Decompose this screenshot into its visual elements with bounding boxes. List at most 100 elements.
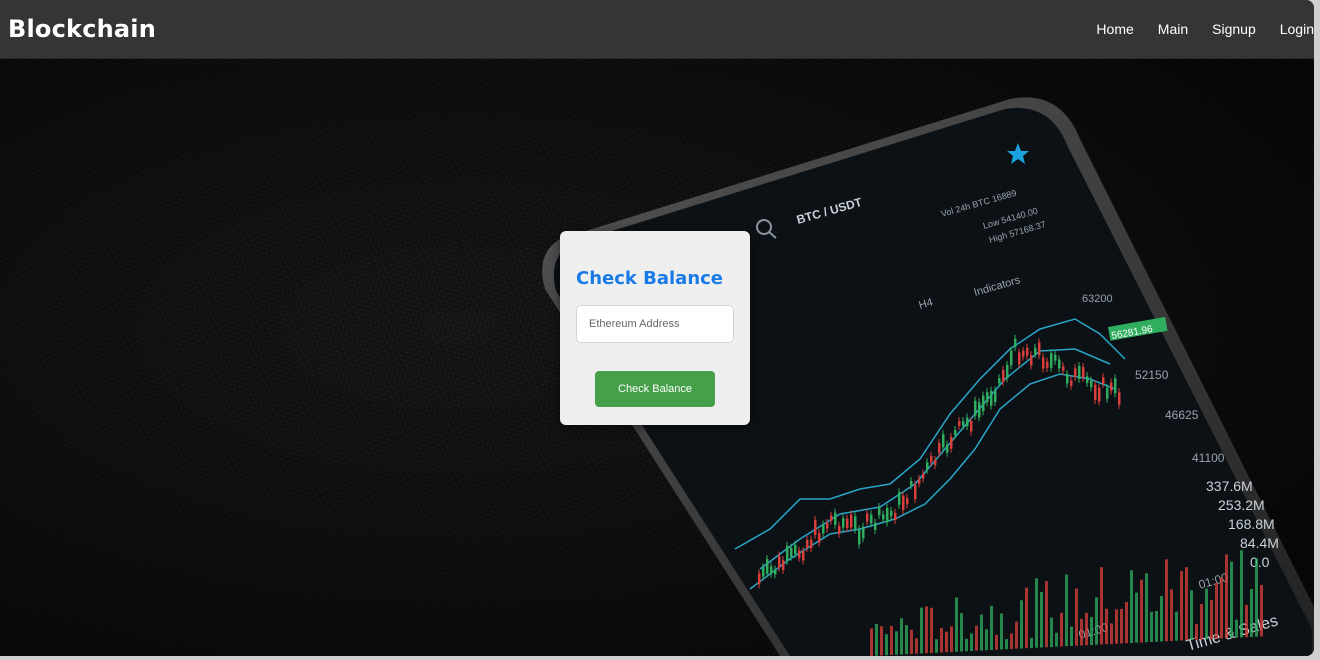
volume-bar — [890, 625, 893, 655]
candle-body — [774, 569, 777, 575]
volume-bar — [1250, 588, 1253, 637]
volume-bar — [1065, 574, 1068, 647]
candle-body — [946, 444, 949, 453]
candle-body — [798, 550, 801, 558]
brand-logo[interactable]: Blockchain — [8, 15, 156, 43]
volume-bar — [1055, 632, 1058, 647]
candle-body — [1006, 364, 1009, 379]
volume-bar — [1105, 608, 1108, 645]
volume-bar — [900, 618, 903, 655]
candle-body — [790, 547, 793, 557]
candle-body — [1038, 342, 1041, 356]
candle-body — [1090, 380, 1093, 388]
volume-bar — [1025, 587, 1028, 649]
volume-bar — [880, 626, 883, 656]
candle-body — [802, 551, 805, 561]
candle-body — [842, 518, 845, 528]
candle-body — [1010, 350, 1013, 366]
candle-body — [1002, 370, 1005, 382]
volume-bar — [1120, 608, 1123, 644]
volume-bar — [1195, 623, 1198, 640]
nav-signup-link[interactable]: Signup — [1212, 21, 1256, 37]
candle-body — [1062, 366, 1065, 371]
candle-body — [850, 514, 853, 528]
candle-body — [854, 516, 857, 530]
candle-body — [890, 510, 893, 517]
candle-body — [1050, 353, 1053, 368]
candle-body — [898, 492, 901, 505]
candle-body — [1030, 355, 1033, 366]
candle-body — [1054, 354, 1057, 361]
volume-bar — [1095, 597, 1098, 645]
volume-bar — [1050, 617, 1053, 647]
candle-body — [894, 512, 897, 521]
volume-bar — [1130, 570, 1133, 643]
volume-bar — [1085, 612, 1088, 646]
volume-bar — [915, 638, 918, 654]
volume-bar — [1245, 604, 1248, 638]
volume-level: 0.0 — [1250, 554, 1270, 570]
volume-bar — [875, 623, 878, 656]
volume-bar — [1005, 639, 1008, 650]
volume-bar — [1030, 637, 1033, 648]
candle-body — [1118, 392, 1121, 405]
card-title: Check Balance — [576, 268, 724, 289]
candle-body — [778, 555, 781, 568]
candle-body — [834, 512, 837, 525]
candle-body — [986, 392, 989, 403]
candle-body — [914, 484, 917, 500]
candle-body — [882, 514, 885, 520]
volume-bar — [905, 625, 908, 655]
candle-body — [818, 533, 821, 543]
candle-body — [1046, 361, 1049, 368]
nav-links: Home Main Signup Login — [1072, 0, 1314, 58]
volume-bar — [1140, 579, 1143, 643]
ethereum-address-input[interactable] — [576, 305, 734, 343]
volume-bar — [1115, 609, 1118, 644]
candle-body — [990, 390, 993, 406]
volume-bar — [1080, 618, 1083, 646]
volume-bar — [1200, 604, 1203, 640]
candle-body — [1018, 352, 1021, 365]
price-level: 41100 — [1192, 451, 1225, 465]
volume-bar — [970, 633, 973, 651]
volume-bar — [1075, 588, 1078, 646]
candle-body — [870, 514, 873, 524]
candle-body — [1014, 338, 1017, 348]
nav-login-link[interactable]: Login — [1280, 21, 1314, 37]
volume-bar — [1240, 550, 1243, 638]
volume-bar — [1100, 567, 1103, 645]
volume-bar — [960, 613, 963, 652]
candle-body — [814, 519, 817, 535]
check-balance-button[interactable]: Check Balance — [595, 371, 715, 407]
volume-bar — [1205, 588, 1208, 640]
volume-bar — [990, 605, 993, 650]
candle-body — [938, 443, 941, 453]
candle-body — [758, 573, 761, 585]
candle-body — [826, 522, 829, 529]
volume-bar — [1190, 590, 1193, 640]
candle-body — [846, 518, 849, 529]
candle-body — [1094, 384, 1097, 400]
candle-body — [862, 526, 865, 539]
nav-home-link[interactable]: Home — [1096, 21, 1133, 37]
candle-body — [942, 434, 945, 448]
candle-body — [886, 507, 889, 523]
candle-body — [958, 421, 961, 426]
volume-bar — [1015, 621, 1018, 649]
nav-main-link[interactable]: Main — [1158, 21, 1188, 37]
volume-bar — [1260, 585, 1263, 637]
volume-bar — [920, 607, 923, 654]
volume-level: 84.4M — [1240, 535, 1279, 551]
candle-body — [782, 560, 785, 571]
candle-body — [822, 524, 825, 534]
volume-bar — [1175, 611, 1178, 641]
volume-bar — [955, 597, 958, 652]
candle-body — [1078, 366, 1081, 379]
volume-bar — [1150, 611, 1153, 642]
volume-bar — [1035, 578, 1038, 648]
candle-body — [762, 567, 765, 577]
candle-body — [878, 506, 881, 516]
candle-body — [1086, 376, 1089, 384]
candle-body — [1110, 382, 1113, 391]
